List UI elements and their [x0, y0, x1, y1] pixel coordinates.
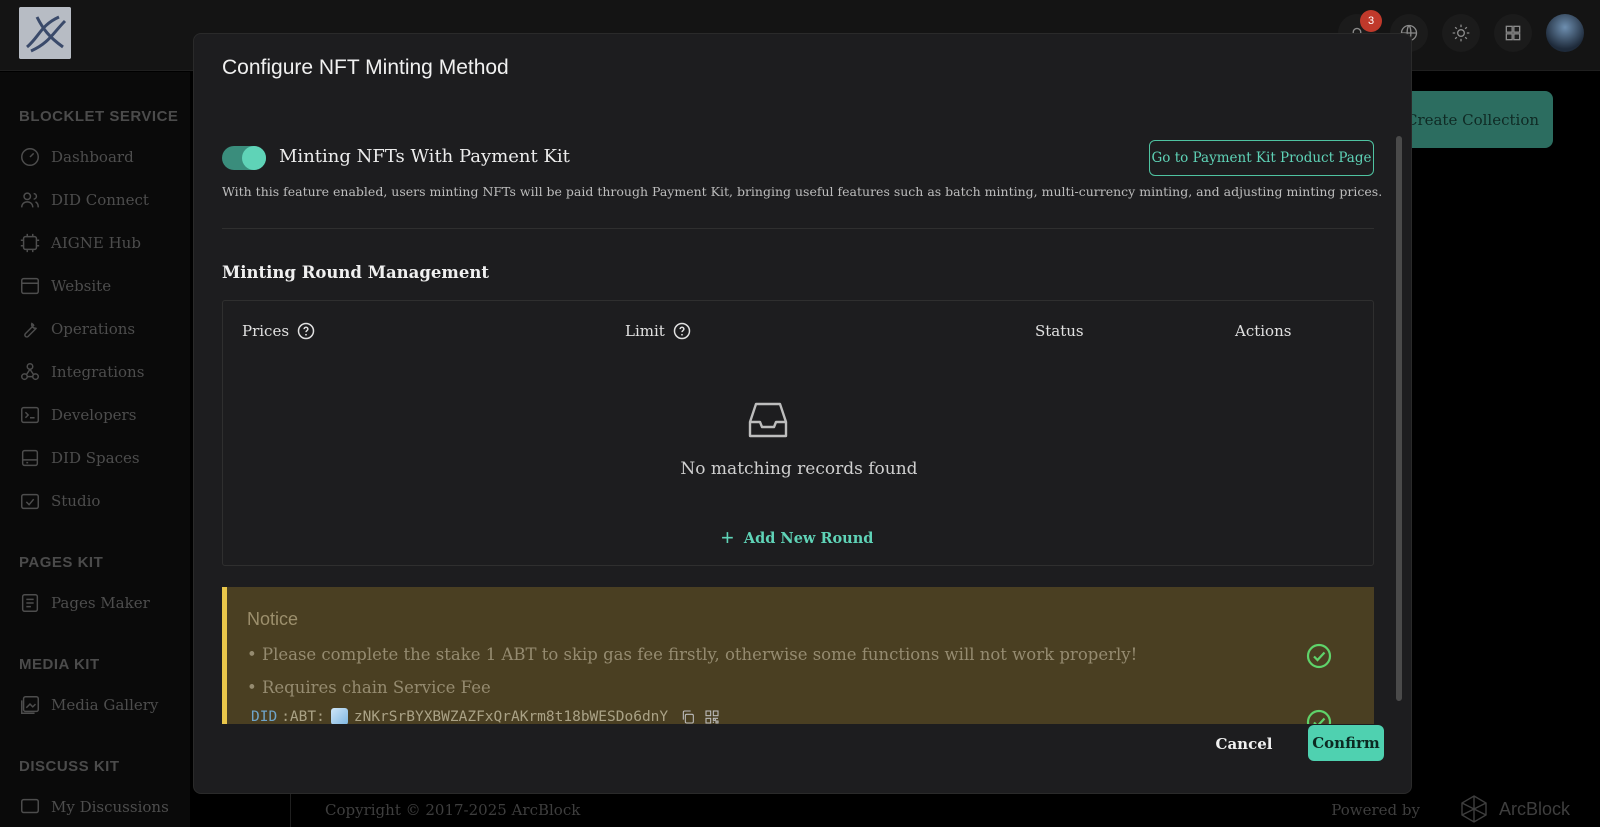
terminal-icon — [21, 406, 39, 424]
add-new-round-button[interactable]: + Add New Round — [721, 527, 873, 549]
notice-service-fee: • Requires chain Service Fee — [247, 678, 491, 697]
notification-badge: 3 — [1360, 10, 1382, 32]
sidebar-item-my-discussions[interactable]: My Discussions — [19, 796, 169, 818]
apps-button[interactable] — [1494, 14, 1532, 52]
did-value: zNKrSrBYXBWZAZFxQrAKrm8t18bWESDo6dnY — [353, 708, 669, 725]
check-circle-icon — [1306, 643, 1332, 669]
column-header-status: Status — [1035, 322, 1084, 340]
sidebar-item-did-spaces[interactable]: DID Spaces — [19, 447, 140, 469]
dialog-scrollbar[interactable] — [1396, 136, 1402, 701]
logo-mark-icon — [19, 7, 71, 59]
sun-icon — [1452, 24, 1470, 42]
discussion-icon — [21, 798, 39, 814]
payment-kit-toggle-label: Minting NFTs With Payment Kit — [279, 146, 570, 167]
dialog-content: Minting NFTs With Payment Kit Go to Paym… — [194, 104, 1411, 724]
cancel-button[interactable]: Cancel — [1210, 726, 1278, 762]
did-avatar-icon — [330, 708, 348, 724]
user-avatar[interactable] — [1546, 14, 1584, 52]
sidebar-section-media-kit: MEDIA KIT — [19, 656, 100, 673]
dialog-title: Configure NFT Minting Method — [222, 56, 509, 79]
confirm-button[interactable]: Confirm — [1308, 725, 1384, 761]
column-header-actions: Actions — [1235, 322, 1292, 340]
webhook-icon — [21, 363, 39, 381]
did-address: DID:ABT: zNKrSrBYXBWZAZFxQrAKrm8t18bWESD… — [251, 708, 720, 724]
copy-icon[interactable] — [680, 709, 696, 725]
footer-powered-by: Powered by — [1331, 801, 1420, 819]
qrcode-icon[interactable] — [704, 709, 720, 725]
gallery-icon — [21, 696, 39, 714]
document-icon — [21, 594, 39, 612]
empty-state-text: No matching records found — [680, 459, 918, 479]
minting-round-table: Prices Limit Status Actions No matching … — [222, 300, 1374, 566]
sidebar-section-blocklet-service: BLOCKLET SERVICE — [19, 108, 179, 125]
sidebar-item-pages-maker[interactable]: Pages Maker — [19, 592, 150, 614]
minting-round-title: Minting Round Management — [222, 263, 489, 282]
sidebar-item-media-gallery[interactable]: Media Gallery — [19, 694, 158, 716]
notice-title: Notice — [247, 609, 299, 629]
sidebar-item-developers[interactable]: Developers — [19, 404, 136, 426]
ai-chip-icon — [20, 233, 40, 253]
sidebar-item-aigne-hub[interactable]: AIGNE Hub — [19, 232, 141, 254]
column-header-limit: Limit — [625, 322, 691, 340]
sidebar-item-integrations[interactable]: Integrations — [19, 361, 144, 383]
configure-minting-dialog: Configure NFT Minting Method Minting NFT… — [193, 33, 1412, 794]
gauge-icon — [21, 148, 39, 166]
wrench-icon — [24, 322, 37, 338]
theme-toggle-button[interactable] — [1442, 14, 1480, 52]
sidebar-item-dashboard[interactable]: Dashboard — [19, 146, 134, 168]
users-icon — [21, 192, 39, 208]
sidebar-item-website[interactable]: Website — [19, 275, 111, 297]
studio-icon — [21, 493, 39, 510]
sidebar-section-pages-kit: PAGES KIT — [19, 554, 104, 571]
section-divider — [222, 228, 1374, 229]
did-chain: :ABT: — [281, 708, 325, 725]
check-circle-icon — [1306, 709, 1332, 724]
grid-icon — [1505, 25, 1521, 41]
sidebar-item-did-connect[interactable]: DID Connect — [19, 189, 149, 211]
notice-stake-requirement: • Please complete the stake 1 ABT to ski… — [247, 645, 1138, 664]
sidebar-item-studio[interactable]: Studio — [19, 490, 100, 512]
app-logo[interactable] — [19, 7, 71, 59]
payment-kit-product-page-button[interactable]: Go to Payment Kit Product Page — [1149, 140, 1374, 176]
plus-icon: + — [721, 525, 734, 550]
sidebar-item-operations[interactable]: Operations — [19, 318, 135, 340]
footer-copyright: Copyright © 2017-2025 ArcBlock — [325, 801, 581, 819]
toggle-knob — [242, 146, 266, 170]
arcblock-logo-icon — [1461, 795, 1487, 823]
sidebar: BLOCKLET SERVICE Dashboard DID Connect A… — [0, 72, 190, 827]
sidebar-section-discuss-kit: DISCUSS KIT — [19, 758, 120, 775]
column-header-prices: Prices — [242, 322, 315, 340]
storage-icon — [21, 449, 39, 467]
browser-icon — [21, 277, 39, 295]
help-icon[interactable] — [673, 322, 691, 340]
payment-kit-description: With this feature enabled, users minting… — [222, 184, 1383, 199]
footer: Copyright © 2017-2025 ArcBlock Powered b… — [290, 790, 1600, 827]
notice-box: Notice • Please complete the stake 1 ABT… — [222, 587, 1374, 724]
footer-brand[interactable]: ArcBlock — [1459, 794, 1570, 824]
help-icon[interactable] — [297, 322, 315, 340]
payment-kit-toggle[interactable] — [222, 146, 266, 170]
empty-inbox-icon — [748, 402, 788, 438]
did-prefix: DID — [251, 708, 278, 725]
